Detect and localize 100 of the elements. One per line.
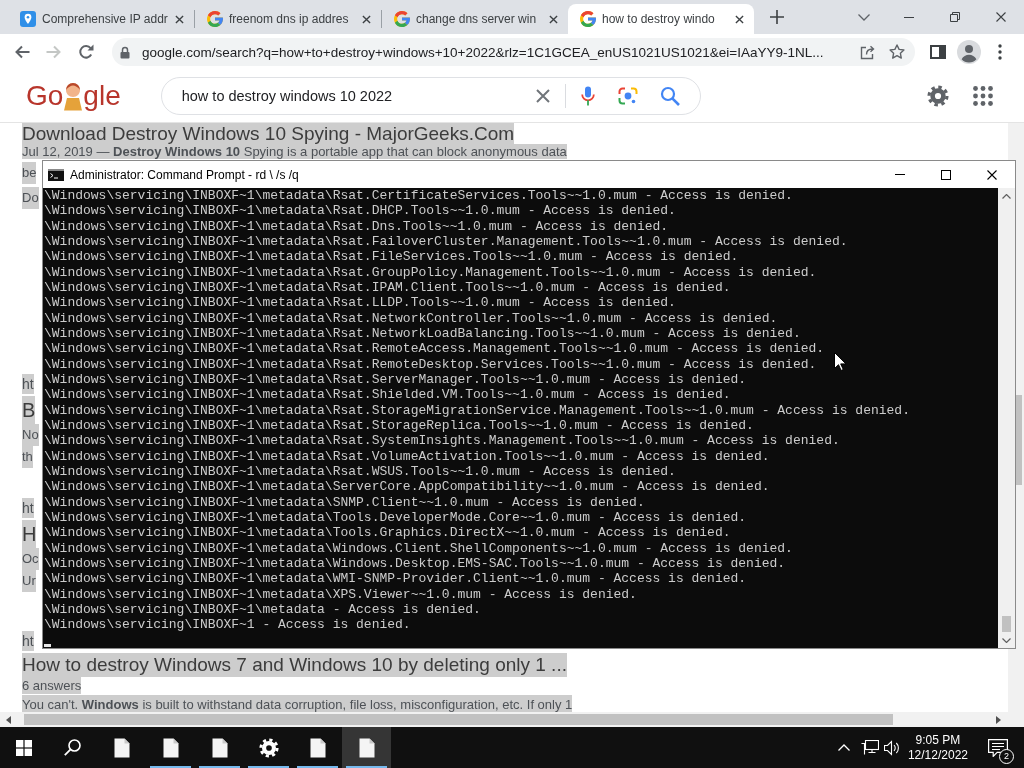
console-line: \Windows\servicing\INBOXF~1\metadata\Rsat.GroupPolicy.Management.Tools~~1.0.mum - Access is denied. [44, 264, 817, 280]
location-pin-icon [20, 11, 36, 27]
result-snippet: be [22, 162, 37, 184]
close-icon[interactable] [362, 14, 371, 24]
clock-time[interactable]: 9:05 PM [915, 732, 961, 748]
restore-icon[interactable] [950, 12, 960, 22]
close-icon[interactable] [549, 14, 558, 24]
console-line: \Windows\servicing\INBOXF~1\metadata\XPS.Viewer~~1.0.mum - Access is denied. [44, 586, 637, 602]
settings-icon[interactable] [927, 85, 949, 107]
minimize-icon[interactable] [904, 16, 914, 18]
scrollbar-thumb[interactable] [1016, 395, 1022, 485]
clock-date[interactable]: 12/12/2022 [907, 747, 968, 763]
google-g-icon [207, 11, 223, 27]
back-arrow-icon[interactable] [14, 44, 30, 60]
result-snippet: th [22, 446, 33, 468]
chevron-down-icon[interactable] [858, 13, 870, 21]
logo-link[interactable]: Go gle [26, 80, 121, 112]
result-snippet: No [22, 424, 39, 446]
console-line: \Windows\servicing\INBOXF~1\metadata\Rsat.StorageMigrationService.Management.Tools~~1.0.mum - Access is denied. [44, 402, 910, 418]
apps-grid-icon[interactable] [973, 86, 993, 106]
console-line: \Windows\servicing\INBOXF~1\metadata\Rsat.Shielded.VM.Tools~~1.0.mum - Access is denied. [44, 387, 731, 403]
google-g-icon [394, 11, 410, 27]
browser-tab[interactable]: Comprehensive IP addr [8, 4, 194, 34]
console-line: \Windows\servicing\INBOXF~1\metadata\Windows.Client.ShellComponents~~1.0.mum - Access is denied. [44, 540, 793, 556]
console-line: \Windows\servicing\INBOXF~1\metadata - Access is denied. [44, 601, 481, 617]
close-icon[interactable] [175, 14, 184, 24]
search-icon[interactable] [63, 739, 81, 756]
browser-tab[interactable]: change dns server win [382, 4, 568, 34]
horizontal-scrollbar[interactable] [0, 712, 1024, 727]
document-icon [309, 737, 326, 758]
result-snippet: Do [22, 187, 39, 209]
console-line: \Windows\servicing\INBOXF~1\metadata\ServerCore.AppCompatibility~~1.0.mum - Access is denied. [44, 479, 770, 495]
document-icon [358, 737, 375, 758]
console-line: \Windows\servicing\INBOXF~1 - Access is denied. [44, 617, 411, 633]
console-line: \Windows\servicing\INBOXF~1\metadata\Rsat.NetworkController.Tools~~1.0.mum - Access is denied. [44, 310, 778, 326]
gear-icon [258, 737, 279, 758]
console-line: \Windows\servicing\INBOXF~1\metadata\Rsat.SystemInsights.Management.Tools~~1.0.mum - Access is denied. [44, 433, 840, 449]
console-line: \Windows\servicing\INBOXF~1\metadata\Rsat.LLDP.Tools~~1.0.mum - Access is denied. [44, 295, 676, 311]
notification-count: 2 [999, 748, 1014, 764]
result-title[interactable]: B [22, 396, 36, 424]
console-line: \Windows\servicing\INBOXF~1\metadata\Rsat.FailoverCluster.Management.Tools~~1.0.mum - Access is denied. [44, 234, 848, 249]
more-icon[interactable] [997, 44, 1002, 60]
console-line: \Windows\servicing\INBOXF~1\metadata\Rsat.Dns.Tools~~1.0.mum - Access is denied. [44, 218, 669, 234]
console-line: \Windows\servicing\INBOXF~1\metadata\Rsat.CertificateServices.Tools~~1.0.mum - Access is denied. [44, 188, 793, 203]
answer-count: 6 answers [22, 677, 82, 694]
lock-icon[interactable] [120, 45, 130, 59]
side-panel-icon[interactable] [929, 45, 946, 59]
share-icon[interactable] [860, 44, 875, 60]
close-icon[interactable] [996, 12, 1006, 22]
close-icon[interactable] [735, 14, 744, 24]
maximize-icon[interactable] [941, 169, 951, 180]
volume-icon[interactable] [883, 739, 900, 756]
right-arrow-icon[interactable] [995, 715, 1001, 724]
left-arrow-icon[interactable] [5, 715, 11, 724]
chevron-down-icon[interactable] [1002, 638, 1011, 643]
console-line: \Windows\servicing\INBOXF~1\metadata\Rsat.StorageReplica.Tools~~1.0.mum - Access is denied. [44, 417, 754, 433]
result-url[interactable]: ht [22, 498, 34, 518]
console-line: \Windows\servicing\INBOXF~1\metadata\Windows.Desktop.EMS-SAC.Tools~~1.0.mum - Access is denied. [44, 555, 786, 571]
scrollbar-thumb[interactable] [1002, 616, 1011, 632]
google-g-icon [580, 11, 596, 27]
window-title: Administrator: Command Prompt - rd \ /s /q [70, 167, 299, 182]
terminal-icon [48, 168, 64, 181]
browser-tab[interactable]: how to destroy windo [568, 4, 754, 34]
console-line: \Windows\servicing\INBOXF~1\metadata\Rsat.NetworkLoadBalancing.Tools~~1.0.mum - Access is denied. [44, 325, 801, 341]
result-url[interactable]: ht [22, 631, 34, 651]
console-line: \Windows\servicing\INBOXF~1\metadata\SNMP.Client~~1.0.mum - Access is denied. [44, 494, 645, 510]
result-snippet: Oc [22, 548, 39, 570]
address-bar[interactable]: google.com/search?q=how+to+destroy+windows+10+2022&rlz=1C1GCEA_enUS1021US1021&ei=IAaYY9-1NL... [112, 38, 915, 66]
camera-icon[interactable] [617, 86, 638, 106]
reload-icon[interactable] [78, 44, 94, 60]
console-line: \Windows\servicing\INBOXF~1\metadata\Rsat.IPAM.Client.Tools~~1.0.mum - Access is denied. [44, 279, 731, 295]
result-title[interactable]: Download Destroy Windows 10 Spying - MajorGeeks.Com [22, 123, 515, 144]
result-title[interactable]: How to destroy Windows 7 and Windows 10 by deleting only 1 ... [22, 653, 567, 677]
avatar-icon[interactable] [956, 40, 981, 64]
scrollbar-thumb[interactable] [24, 714, 893, 725]
console-line: \Windows\servicing\INBOXF~1\metadata\Rsat.RemoteAccess.Management.Tools~~1.0.mum - Access is denied. [44, 341, 825, 357]
console-line: \Windows\servicing\INBOXF~1\metadata\Rsat.ServerManager.Tools~~1.0.mum - Access is denied. [44, 371, 747, 387]
result-url[interactable]: ht [22, 374, 34, 394]
vertical-scrollbar[interactable] [998, 188, 1015, 648]
mouse-pointer-icon [834, 352, 846, 371]
network-icon[interactable] [860, 740, 879, 755]
console-line: \Windows\servicing\INBOXF~1\metadata\Rsat.RemoteDesktop.Services.Tools~~1.0.mum - Access is denied. [44, 356, 817, 372]
browser-tab[interactable]: freenom dns ip addres [195, 4, 381, 34]
taskbar-button[interactable] [342, 727, 391, 768]
start-icon[interactable] [16, 739, 32, 756]
clear-icon[interactable] [535, 89, 550, 103]
plus-icon[interactable] [770, 10, 784, 24]
star-icon[interactable] [889, 44, 905, 60]
notification-icon[interactable] [988, 738, 1008, 757]
microphone-icon[interactable] [580, 86, 595, 106]
document-icon [113, 737, 130, 758]
close-icon[interactable] [987, 169, 997, 180]
console-line: \Windows\servicing\INBOXF~1\metadata\Rsat.VolumeActivation.Tools~~1.0.mum - Access is denied. [44, 448, 770, 464]
console-line: \Windows\servicing\INBOXF~1\metadata\Tools.DeveloperMode.Core~~1.0.mum - Access is denied. [44, 509, 747, 525]
text-cursor [44, 643, 51, 647]
console-line: \Windows\servicing\INBOXF~1\metadata\Rsat.DHCP.Tools~~1.0.mum - Access is denied. [44, 203, 676, 219]
document-icon [211, 737, 228, 758]
cartoon-figure-icon [63, 81, 84, 111]
result-title[interactable]: H [22, 520, 37, 548]
console-line: \Windows\servicing\INBOXF~1\metadata\Rsat.WSUS.Tools~~1.0.mum - Access is denied. [44, 463, 676, 479]
